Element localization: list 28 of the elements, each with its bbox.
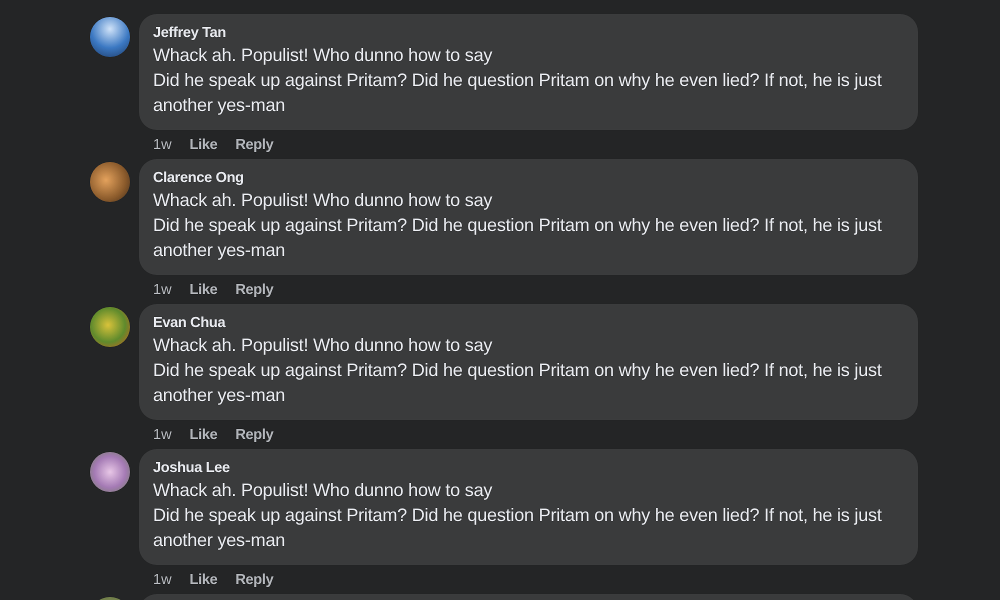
comment-author[interactable]: Clarence Ong xyxy=(153,168,904,188)
avatar-photo[interactable] xyxy=(90,162,130,202)
comment-author[interactable]: Joshua Lee xyxy=(153,458,904,478)
reply-link[interactable]: Reply xyxy=(235,572,274,588)
comment-text: Whack ah. Populist! Who dunno how to say xyxy=(153,334,494,357)
like-link[interactable]: Like xyxy=(190,426,218,442)
like-link[interactable]: Like xyxy=(190,572,218,588)
comment-text: Whack ah. Populist! Who dunno how to say xyxy=(153,479,494,502)
comment-text: Did he speak up against Pritam? Did he question Pritam on why he even lied? If not, he is just another yes-man xyxy=(153,359,883,407)
avatar-photo[interactable] xyxy=(90,17,130,57)
reply-link[interactable]: Reply xyxy=(235,282,274,298)
comment-text: Whack ah. Populist! Who dunno how to say xyxy=(153,189,494,212)
comment-text: Whack ah. Populist! Who dunno how to say xyxy=(153,44,494,67)
comment-time[interactable]: 1w xyxy=(153,572,172,588)
reply-link[interactable]: Reply xyxy=(235,426,274,442)
comment-time[interactable]: 1w xyxy=(153,136,172,152)
comment-author[interactable]: Jeffrey Tan xyxy=(153,23,904,43)
comment-text: Did he speak up against Pritam? Did he question Pritam on why he even lied? If not, he is just another yes-man xyxy=(153,504,883,552)
comment-text: Did he speak up against Pritam? Did he question Pritam on why he even lied? If not, he is just another yes-man xyxy=(153,69,883,117)
like-link[interactable]: Like xyxy=(190,282,218,298)
reply-link[interactable]: Reply xyxy=(235,136,274,152)
comment-time[interactable]: 1w xyxy=(153,426,172,442)
like-link[interactable]: Like xyxy=(190,136,218,152)
comment-text: Did he speak up against Pritam? Did he question Pritam on why he even lied? If not, he is just another yes-man xyxy=(153,214,883,262)
avatar-photo[interactable] xyxy=(90,452,130,492)
comment-time[interactable]: 1w xyxy=(153,282,172,298)
comment-author[interactable]: Evan Chua xyxy=(153,313,904,333)
avatar-photo[interactable] xyxy=(90,307,130,347)
